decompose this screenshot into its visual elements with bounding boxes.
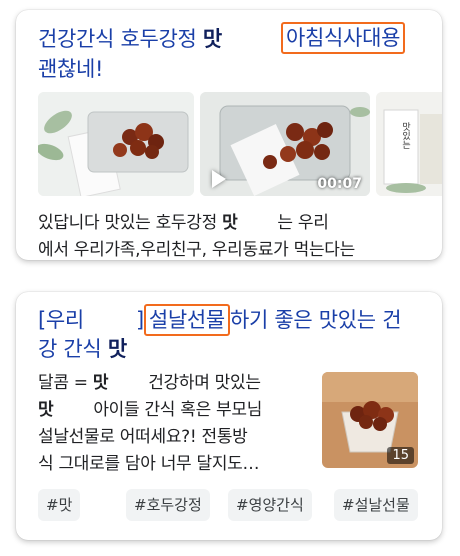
walnut-snack-photo bbox=[38, 92, 194, 196]
card2-title-highlight[interactable]: 설날선물 bbox=[143, 304, 230, 336]
tag-chip[interactable]: #호두강정 bbox=[126, 489, 210, 521]
card2-title-text[interactable]: 하기 좋은 맛있는 건 bbox=[230, 308, 402, 332]
card1-title-line2[interactable]: 괜찮네! bbox=[38, 54, 103, 84]
package-label: 맛있는 bbox=[400, 122, 410, 149]
card1-snippet-line2: 에서 우리가족,우리친구, 우리동료가 먹는다는 bbox=[38, 240, 355, 260]
card2-snippet-line2: 맛 아이들 간식 혹은 부모님 bbox=[38, 397, 318, 424]
snippet-keyword: 맛 bbox=[92, 373, 109, 393]
card1-snippet: 있답니다 맛있는 호두강정 맛 는 우리 에서 우리가족,우리친구, 우리동료가 … bbox=[38, 210, 438, 260]
card2-snippet: 달콤 = 맛 건강하며 맛있는 맛 아이들 간식 혹은 부모님 설날선물로 어떠세요… bbox=[38, 370, 318, 478]
thumbnail-3[interactable]: 맛있는 bbox=[376, 92, 442, 196]
card2-title-text[interactable]: [우리 bbox=[38, 308, 84, 332]
snippet-text: 달콤 = bbox=[38, 373, 93, 393]
tag-chip[interactable]: #설날선물 bbox=[334, 489, 418, 521]
snippet-keyword: 맛 bbox=[222, 213, 238, 233]
snippet-text: 건강하며 맛있는 bbox=[148, 373, 261, 393]
snippet-text: 아이들 간식 혹은 부모님 bbox=[93, 400, 263, 420]
tag-chip[interactable]: #영양간식 bbox=[228, 489, 312, 521]
card2-snippet-line1: 달콤 = 맛 건강하며 맛있는 bbox=[38, 370, 318, 397]
card1-title-keyword[interactable]: 맛 bbox=[203, 27, 222, 51]
tag-chip[interactable]: #맛 bbox=[38, 489, 81, 521]
card2-snippet-line3: 설날선물로 어떠세요?! 전통방 bbox=[38, 427, 248, 447]
card2-title-text[interactable]: 강 간식 bbox=[38, 337, 108, 361]
card1-snippet-line1: 있답니다 맛있는 호두강정 맛 는 우리 bbox=[38, 210, 438, 237]
card2-title-line2[interactable]: 강 간식 맛 bbox=[38, 334, 127, 364]
video-duration: 00:07 bbox=[317, 176, 362, 192]
thumbnail-2-video[interactable]: 00:07 bbox=[200, 92, 370, 196]
card2-thumbnail[interactable]: 15 bbox=[322, 372, 418, 468]
result-card-1[interactable]: 건강간식 호두강정 맛 아침식사대용 괜찮네! 00:07 맛있는 있답니다 맛… bbox=[16, 10, 442, 260]
card2-title-text[interactable]: ] bbox=[136, 308, 144, 332]
card1-title-highlight[interactable]: 아침식사대용 bbox=[281, 22, 406, 54]
card2-title-keyword[interactable]: 맛 bbox=[108, 337, 127, 361]
snippet-text: 는 우리 bbox=[277, 213, 329, 233]
image-count-badge: 15 bbox=[387, 447, 414, 464]
card2-title[interactable]: [우리] 설날선물 하기 좋은 맛있는 건 bbox=[38, 304, 442, 336]
snippet-keyword: 맛 bbox=[38, 400, 54, 420]
result-card-2[interactable]: [우리] 설날선물 하기 좋은 맛있는 건 강 간식 맛 달콤 = 맛건강하며 맛있… bbox=[16, 292, 442, 540]
card1-title-text[interactable]: 건강간식 호두강정 bbox=[38, 27, 203, 51]
thumbnail-1[interactable] bbox=[38, 92, 194, 196]
card2-snippet-line4: 식 그대로를 담아 너무 달지도… bbox=[38, 454, 260, 474]
play-icon[interactable] bbox=[212, 170, 226, 188]
snippet-text: 있답니다 맛있는 호두강정 bbox=[38, 213, 223, 233]
